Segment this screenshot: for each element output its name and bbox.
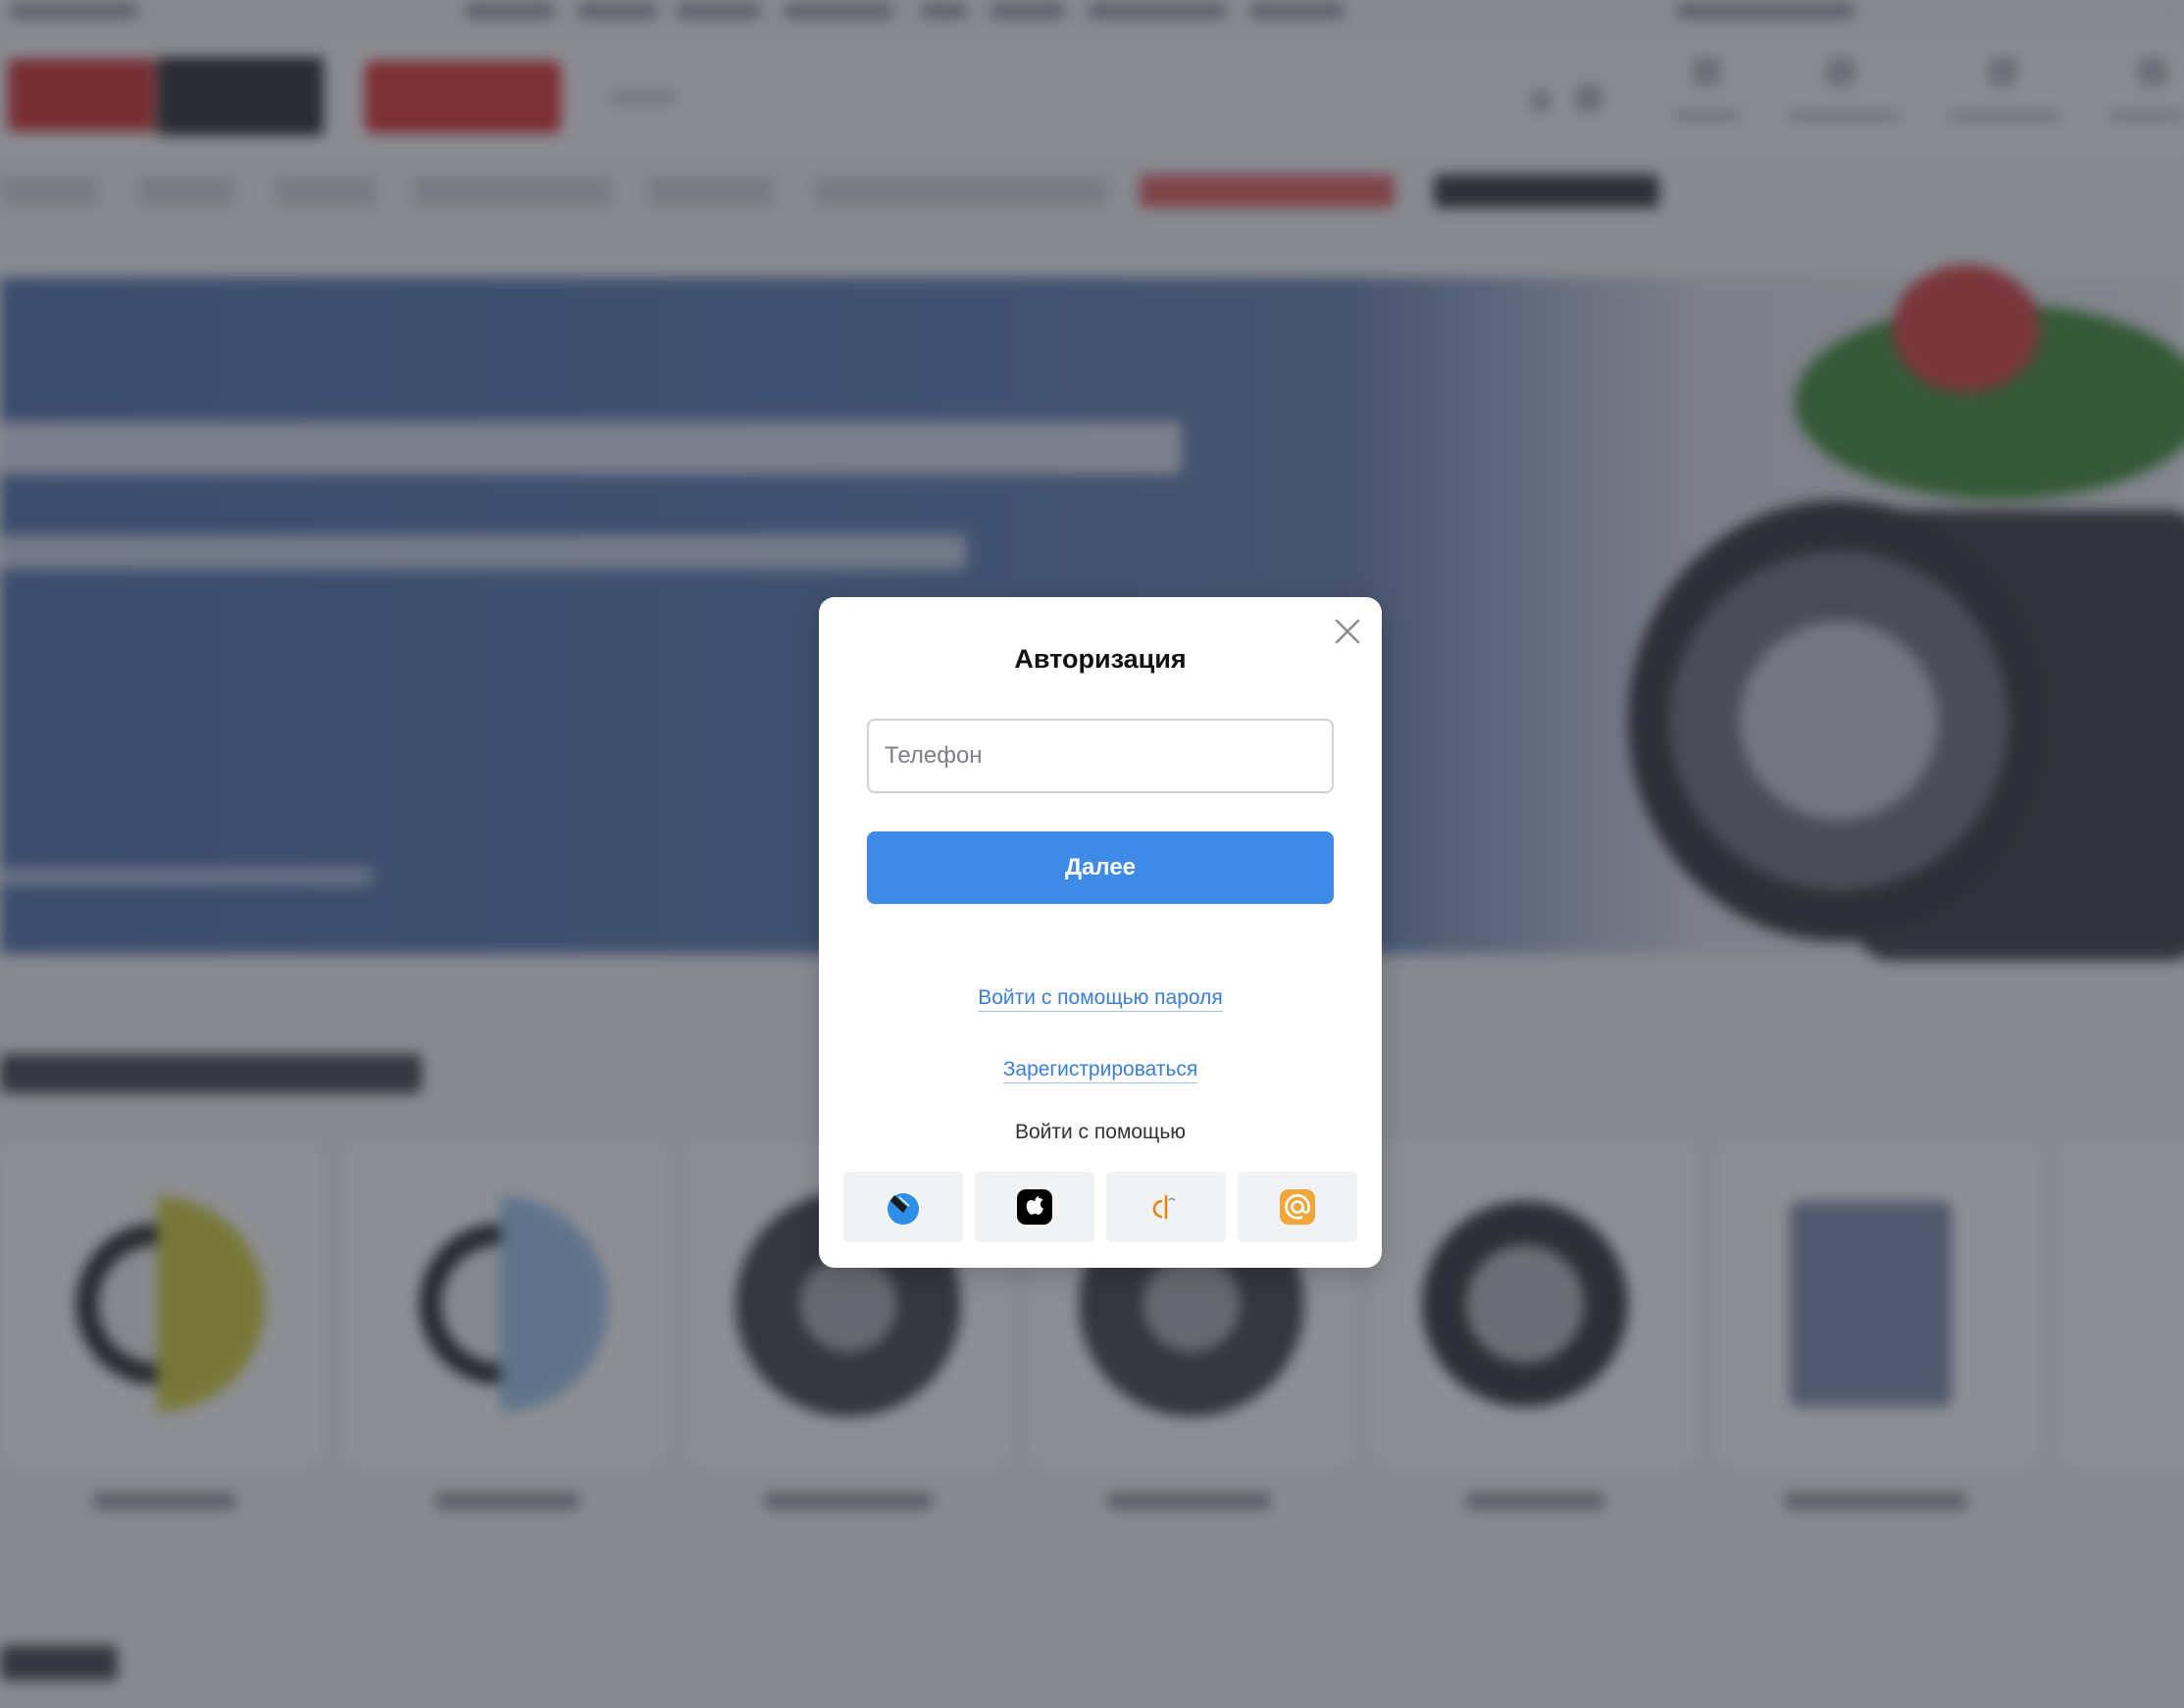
social-login-label: Войти с помощью	[1014, 1121, 1187, 1143]
vk-id-icon	[888, 1193, 919, 1225]
close-button[interactable]	[1333, 617, 1362, 646]
close-icon	[1335, 619, 1360, 644]
register-link-row: Зарегистрироваться	[819, 1058, 1382, 1083]
vk-id-login-button[interactable]	[843, 1172, 963, 1242]
page: Авторизация Далее Войти с помощью пароля…	[0, 0, 2184, 1708]
password-login-link-row: Войти с помощью пароля	[819, 986, 1382, 1012]
auth-modal: Авторизация Далее Войти с помощью пароля…	[819, 597, 1382, 1268]
register-link[interactable]: Зарегистрироваться	[1002, 1058, 1198, 1083]
password-login-link[interactable]: Войти с помощью пароля	[978, 986, 1223, 1012]
phone-input[interactable]	[867, 719, 1334, 793]
mail-ru-icon	[1280, 1189, 1315, 1225]
odnoklassniki-icon	[1152, 1195, 1176, 1219]
apple-icon	[1017, 1189, 1052, 1225]
apple-login-button[interactable]	[975, 1172, 1094, 1242]
mail-ru-login-button[interactable]	[1238, 1172, 1357, 1242]
next-button[interactable]: Далее	[867, 831, 1334, 904]
modal-title: Авторизация	[1014, 644, 1187, 674]
odnoklassniki-login-button[interactable]	[1106, 1172, 1226, 1242]
